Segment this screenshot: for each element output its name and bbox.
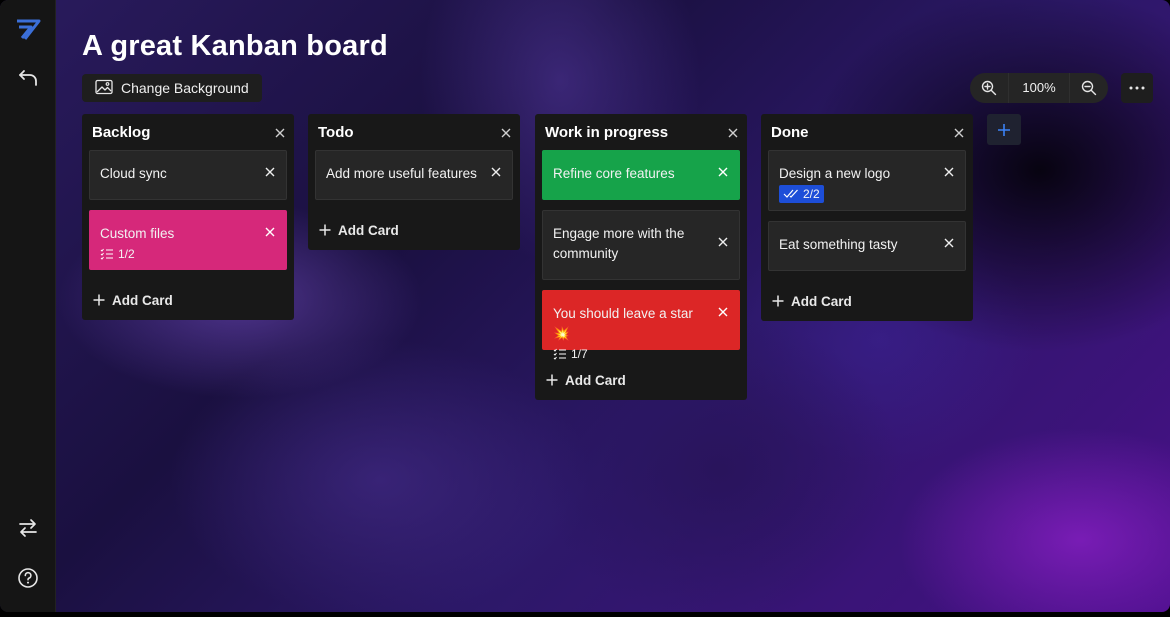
add-column-button[interactable] xyxy=(987,114,1021,145)
checklist-badge: 2/2 xyxy=(779,185,824,203)
double-check-icon xyxy=(783,189,798,198)
card-text: Add more useful features xyxy=(326,166,477,181)
card[interactable]: Refine core features xyxy=(542,150,740,200)
board-title: A great Kanban board xyxy=(82,30,388,62)
add-card-label: Add Card xyxy=(338,222,399,238)
column-title[interactable]: Work in progress xyxy=(545,124,668,141)
checklist-icon xyxy=(100,248,113,260)
plus-icon xyxy=(998,123,1010,136)
close-icon[interactable] xyxy=(951,125,967,141)
card-text: Refine core features xyxy=(553,166,675,181)
zoom-level[interactable]: 100% xyxy=(1008,73,1070,103)
column-title[interactable]: Done xyxy=(771,124,809,141)
more-dots-icon[interactable] xyxy=(1121,73,1153,103)
card-text: Design a new logo xyxy=(779,166,891,181)
close-icon[interactable] xyxy=(272,125,288,141)
card-text: Eat something tasty xyxy=(779,237,898,252)
column-work-in-progress: Work in progress Refine core features En… xyxy=(535,114,747,400)
card-text: Custom files xyxy=(100,226,175,241)
change-background-label: Change Background xyxy=(121,80,249,96)
card[interactable]: Cloud sync xyxy=(89,150,287,200)
column-title[interactable]: Todo xyxy=(318,124,354,141)
card[interactable]: You should leave a star 💥 1/7 xyxy=(542,290,740,361)
plus-icon xyxy=(319,224,331,236)
column-title[interactable]: Backlog xyxy=(92,124,150,141)
column-done: Done Design a new logo 2/2 Eat something… xyxy=(761,114,973,321)
close-icon[interactable] xyxy=(264,166,276,178)
close-icon[interactable] xyxy=(943,166,955,178)
add-card-label: Add Card xyxy=(791,293,852,309)
card[interactable]: Engage more with the community xyxy=(542,210,740,280)
plus-icon xyxy=(546,374,558,386)
close-icon[interactable] xyxy=(943,237,955,249)
app-logo-icon[interactable] xyxy=(14,17,42,45)
zoom-in-icon[interactable] xyxy=(970,73,1008,103)
column-todo: Todo Add more useful features Add Card xyxy=(308,114,520,250)
close-icon[interactable] xyxy=(725,125,741,141)
checklist-icon xyxy=(553,348,566,360)
card-text: Engage more with the community xyxy=(553,226,685,261)
close-icon[interactable] xyxy=(717,236,729,248)
add-card-button[interactable]: Add Card xyxy=(308,210,520,250)
add-card-button[interactable]: Add Card xyxy=(82,280,294,320)
checklist-badge: 1/2 xyxy=(100,245,256,263)
plus-icon xyxy=(772,295,784,307)
close-icon[interactable] xyxy=(264,226,276,238)
close-icon[interactable] xyxy=(490,166,502,178)
add-card-button[interactable]: Add Card xyxy=(535,360,747,400)
swap-arrows-icon[interactable] xyxy=(14,514,42,542)
zoom-out-icon[interactable] xyxy=(1070,73,1108,103)
checklist-progress: 1/2 xyxy=(118,247,135,261)
close-icon[interactable] xyxy=(498,125,514,141)
card[interactable]: Eat something tasty xyxy=(768,221,966,271)
close-icon[interactable] xyxy=(717,166,729,178)
card[interactable]: Add more useful features xyxy=(315,150,513,200)
card[interactable]: Design a new logo 2/2 xyxy=(768,150,966,211)
image-icon xyxy=(95,79,113,98)
undo-arrow-icon[interactable] xyxy=(14,64,42,92)
add-card-button[interactable]: Add Card xyxy=(761,281,973,321)
add-card-label: Add Card xyxy=(565,372,626,388)
app-window: A great Kanban board Change Background 1… xyxy=(0,0,1170,612)
checklist-progress: 2/2 xyxy=(803,187,820,201)
zoom-controls: 100% xyxy=(970,73,1108,103)
close-icon[interactable] xyxy=(717,306,729,318)
card-text: Cloud sync xyxy=(100,166,167,181)
plus-icon xyxy=(93,294,105,306)
help-circle-icon[interactable] xyxy=(14,564,42,592)
checklist-progress: 1/7 xyxy=(571,347,588,361)
sidebar xyxy=(0,0,56,612)
change-background-button[interactable]: Change Background xyxy=(82,74,262,102)
card[interactable]: Custom files 1/2 xyxy=(89,210,287,270)
column-backlog: Backlog Cloud sync Custom files 1/2 Add … xyxy=(82,114,294,320)
add-card-label: Add Card xyxy=(112,292,173,308)
card-text: You should leave a star 💥 xyxy=(553,306,693,341)
